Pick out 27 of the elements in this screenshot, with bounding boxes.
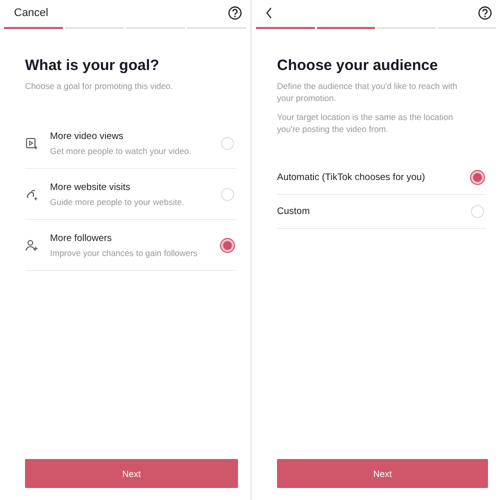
back-icon[interactable] <box>266 7 272 19</box>
radio-button[interactable] <box>221 238 234 252</box>
page-title: What is your goal? <box>25 57 160 74</box>
next-button[interactable]: Next <box>25 459 238 488</box>
video-icon <box>25 136 38 150</box>
radio-button[interactable] <box>471 205 484 218</box>
radio-button[interactable] <box>221 188 234 201</box>
option-label[interactable]: More website visits <box>50 182 221 193</box>
option-description: Improve your chances to gain followers <box>50 248 198 258</box>
radio-button[interactable] <box>471 171 484 184</box>
option-description: Guide more people to your website. <box>50 196 186 207</box>
description: Define the audience that you'd like to reach with your promotion. <box>277 80 458 105</box>
cancel-link[interactable]: Cancel <box>14 7 48 19</box>
link-icon <box>25 188 38 201</box>
help-icon[interactable] <box>228 6 242 20</box>
next-button[interactable]: Next <box>277 459 488 488</box>
radio-button[interactable] <box>221 136 234 150</box>
option-label[interactable]: More video views <box>50 130 221 142</box>
description: Choose a goal for promoting this video. <box>25 80 174 92</box>
option-label[interactable]: Automatic (TikTok chooses for you) <box>277 172 471 184</box>
option-label[interactable]: More followers <box>50 232 221 244</box>
person-icon <box>25 238 38 252</box>
option-description: Get more people to watch your video. <box>50 146 192 156</box>
option-label[interactable]: Custom <box>277 206 471 218</box>
help-icon[interactable] <box>478 6 492 20</box>
page-title: Choose your audience <box>277 57 439 74</box>
description: Your target location is the same as the location you're posting the video from. <box>277 110 454 136</box>
